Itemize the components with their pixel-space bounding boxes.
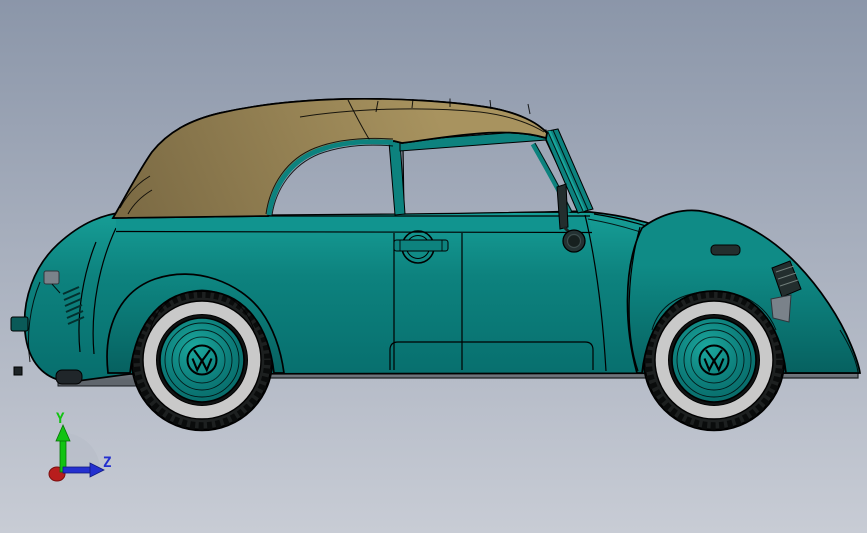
tail-light [10, 316, 29, 332]
license-plate-light [43, 270, 60, 285]
cad-viewport[interactable]: Y Z [0, 0, 867, 533]
y-axis-label: Y [56, 411, 65, 427]
fender-slot [710, 244, 741, 256]
z-axis-label: Z [103, 455, 111, 471]
bumper-bolt [55, 369, 83, 385]
bumper-bracket [770, 294, 792, 323]
beltline [115, 215, 593, 234]
